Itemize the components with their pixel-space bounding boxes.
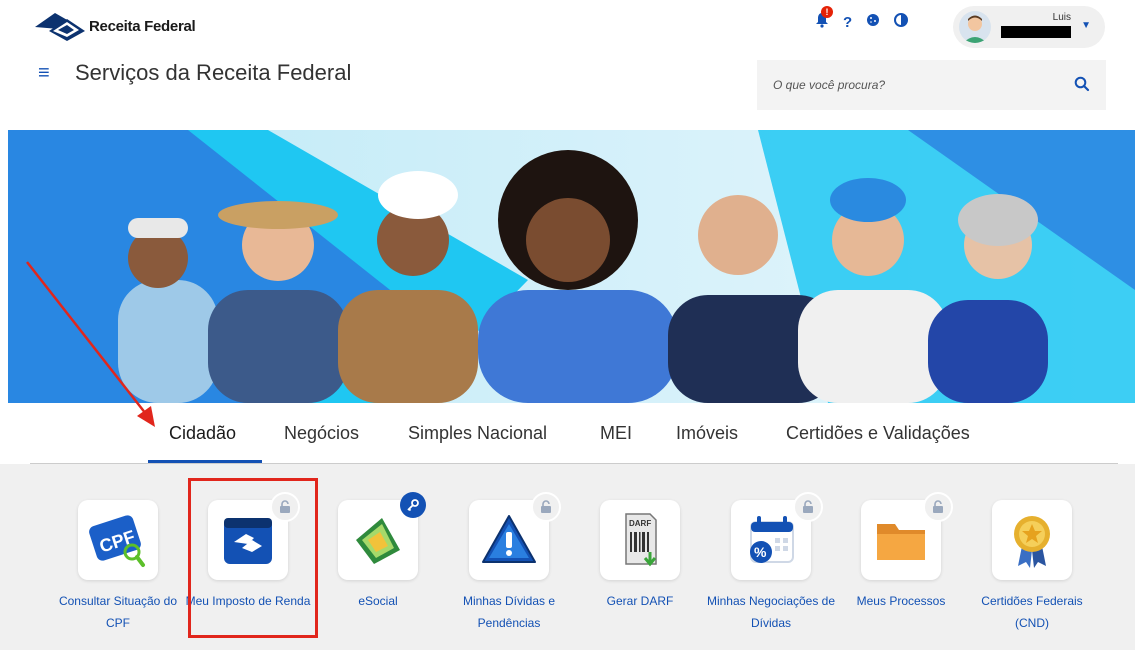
hamburger-menu-icon[interactable]: ≡ (38, 62, 50, 85)
lock-icon (923, 492, 953, 522)
svg-text:DARF: DARF (629, 519, 651, 528)
category-tabs: Cidadão Negócios Simples Nacional MEI Im… (0, 403, 1135, 464)
service-minhas-negociacoes[interactable]: % Minhas Negociações de Dívidas (706, 464, 836, 650)
tab-certidoes-validacoes[interactable]: Certidões e Validações (786, 423, 970, 444)
service-label: Meus Processos (856, 594, 946, 608)
user-name: Luis (1052, 12, 1071, 23)
service-certidoes-federais[interactable]: Certidões Federais (CND) (967, 464, 1097, 650)
service-gerar-darf[interactable]: DARF Gerar DARF (575, 464, 705, 650)
cookies-icon[interactable] (866, 13, 880, 31)
service-meus-processos[interactable]: Meus Processos (836, 464, 966, 650)
service-label: eSocial (358, 594, 398, 608)
search-bar (757, 60, 1106, 110)
service-consultar-cpf[interactable]: CPF Consultar Situação do CPF (53, 464, 183, 650)
notifications-bell-icon[interactable]: ! (815, 6, 833, 32)
service-card: CPF (78, 500, 158, 580)
tab-mei[interactable]: MEI (600, 423, 632, 444)
tab-cidadao[interactable]: Cidadão (169, 423, 236, 444)
chevron-down-icon[interactable]: ▼ (1081, 20, 1091, 31)
brand-name: Receita Federal (89, 17, 196, 35)
lock-icon (531, 492, 561, 522)
esocial-icon (356, 518, 400, 564)
cpf-icon: CPF (89, 515, 145, 567)
service-label: Consultar Situação do CPF (58, 594, 178, 630)
warning-icon (482, 515, 536, 563)
page-title: Serviços da Receita Federal (75, 60, 352, 85)
hero-banner (8, 130, 1135, 403)
service-label: Certidões Federais (CND) (981, 594, 1083, 630)
service-minhas-dividas[interactable]: Minhas Dívidas e Pendências (444, 464, 574, 650)
medal-icon (1014, 516, 1050, 568)
redacted-block (1001, 26, 1071, 38)
user-menu[interactable]: Luis ▼ (953, 6, 1105, 48)
help-icon[interactable]: ? (843, 14, 852, 31)
header: Receita Federal ≡ Serviços da Receita Fe… (0, 0, 1135, 125)
receita-logo-icon (35, 13, 85, 41)
service-card: DARF (600, 500, 680, 580)
tab-imoveis[interactable]: Imóveis (676, 423, 738, 444)
avatar (959, 11, 991, 43)
service-label: Minhas Negociações de Dívidas (706, 594, 836, 630)
service-label: Minhas Dívidas e Pendências (462, 594, 556, 630)
key-icon (400, 492, 426, 518)
folder-icon (877, 524, 925, 560)
lock-icon (793, 492, 823, 522)
search-input[interactable] (771, 77, 1065, 93)
calendar-percent-icon: % (750, 516, 794, 563)
search-icon[interactable] (1074, 76, 1090, 92)
annotation-highlight-box (188, 478, 318, 638)
header-tools: ! ? (815, 6, 909, 32)
notification-badge: ! (821, 6, 833, 18)
service-card (992, 500, 1072, 580)
tab-negocios[interactable]: Negócios (284, 423, 359, 444)
tab-simples-nacional[interactable]: Simples Nacional (408, 423, 547, 444)
receita-federal-logo[interactable]: Receita Federal (33, 9, 196, 43)
svg-text:%: % (754, 544, 767, 560)
service-label: Gerar DARF (606, 594, 674, 608)
hero-illustration (8, 130, 1135, 403)
darf-icon: DARF (625, 513, 657, 567)
contrast-icon[interactable] (894, 13, 909, 31)
service-esocial[interactable]: eSocial (313, 464, 443, 650)
services-grid: CPF Consultar Situação do CPF Meu Impost… (0, 464, 1135, 650)
